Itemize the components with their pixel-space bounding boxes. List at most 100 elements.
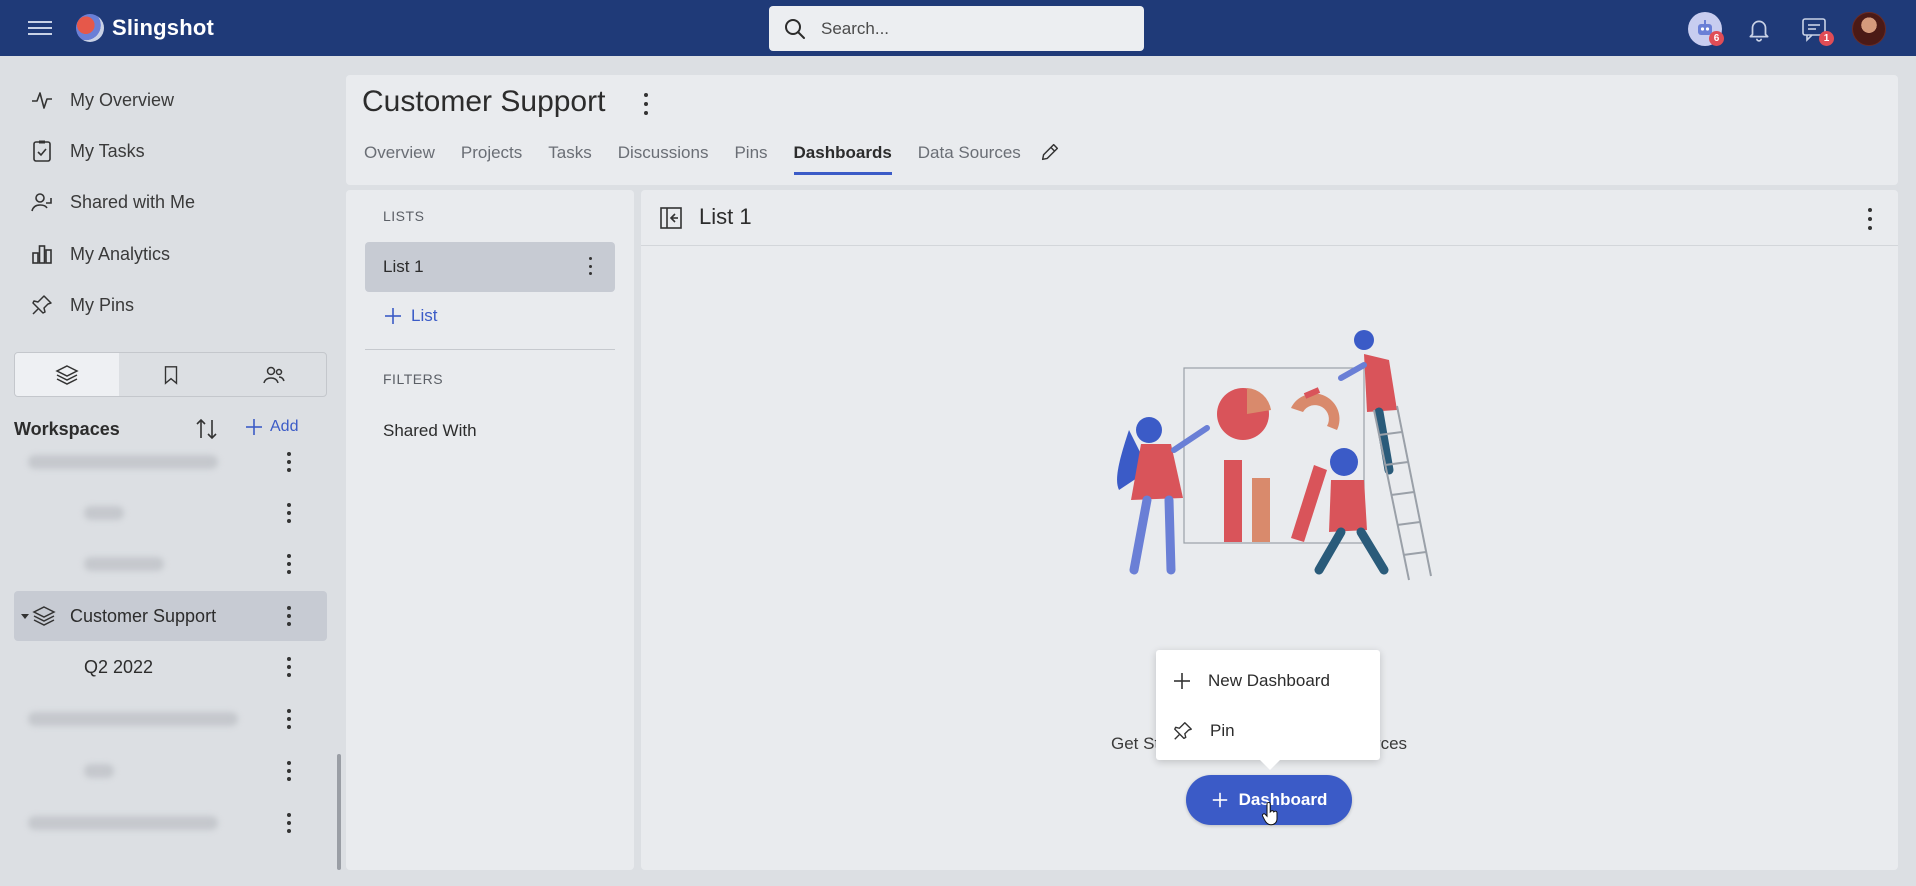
filters-section-label: FILTERS — [383, 371, 444, 387]
menu-item-new-dashboard[interactable]: New Dashboard — [1156, 656, 1380, 706]
empty-state-illustration — [1117, 330, 1432, 581]
more-options-icon[interactable] — [287, 452, 293, 472]
edit-tabs-pencil-icon[interactable] — [1039, 141, 1061, 175]
content-more-icon[interactable] — [1868, 208, 1874, 230]
hamburger-menu-icon[interactable] — [28, 17, 52, 39]
get-started-text-left: Get St — [1111, 734, 1160, 753]
tab-discussions[interactable]: Discussions — [618, 143, 709, 175]
workspace-more-icon[interactable] — [644, 93, 650, 115]
blurred-item — [84, 506, 124, 520]
activity-icon — [32, 92, 52, 109]
workspace-tabs: Overview Projects Tasks Discussions Pins… — [364, 143, 1061, 175]
tab-workspaces-view[interactable] — [15, 353, 119, 396]
bar-chart-icon — [32, 245, 52, 264]
menu-item-label: New Dashboard — [1208, 671, 1330, 690]
bot-badge: 6 — [1709, 31, 1724, 46]
pin-icon — [1174, 722, 1192, 740]
search-input[interactable] — [821, 18, 1121, 39]
user-avatar-button[interactable] — [1852, 12, 1886, 46]
hand-cursor-icon — [1262, 802, 1278, 826]
layers-icon — [32, 606, 56, 626]
tree-row-blurred[interactable] — [14, 798, 327, 848]
tab-pins[interactable]: Pins — [734, 143, 767, 175]
more-options-icon[interactable] — [287, 813, 293, 833]
nav-label: Shared with Me — [70, 191, 196, 212]
add-label: Add — [270, 418, 299, 435]
search-icon — [785, 18, 805, 39]
tree-row-blurred[interactable] — [14, 488, 327, 538]
lists-panel: LISTS List 1 List FILTERS Shared With — [346, 190, 634, 870]
tree-item-q2-2022[interactable]: Q2 2022 — [14, 642, 327, 692]
blurred-item — [84, 764, 114, 778]
dashboard-button-label: Dashboard — [1238, 790, 1328, 809]
shared-user-icon — [31, 193, 52, 212]
add-list-button[interactable]: List — [383, 306, 437, 326]
app-logo[interactable]: Slingshot — [76, 14, 214, 42]
nav-label: My Pins — [70, 294, 135, 315]
bot-assistant-button[interactable]: 6 — [1688, 12, 1724, 46]
tree-label: Customer Support — [70, 605, 217, 626]
more-options-icon[interactable] — [287, 554, 293, 574]
more-options-icon[interactable] — [287, 709, 293, 729]
add-workspace-button[interactable]: Add — [244, 417, 298, 437]
search-box[interactable] — [769, 6, 1144, 51]
tab-tasks[interactable]: Tasks — [548, 143, 591, 175]
task-icon — [33, 140, 51, 162]
tree-row-blurred[interactable] — [14, 437, 327, 487]
pin-icon — [32, 295, 52, 315]
nav-my-tasks[interactable]: My Tasks — [30, 133, 145, 169]
divider — [365, 349, 615, 350]
bell-icon — [1749, 20, 1769, 42]
tree-label: Q2 2022 — [84, 656, 154, 677]
more-options-icon[interactable] — [287, 606, 293, 626]
blurred-workspace — [28, 712, 238, 726]
blurred-workspace — [28, 816, 218, 830]
nav-label: My Tasks — [70, 140, 145, 161]
app-name: Slingshot — [112, 15, 215, 40]
plus-icon — [1174, 673, 1190, 689]
nav-my-pins[interactable]: My Pins — [30, 287, 134, 323]
sidebar-scrollbar[interactable] — [337, 754, 341, 870]
tree-row-blurred[interactable] — [14, 694, 327, 744]
tab-bookmarks-view[interactable] — [119, 353, 223, 396]
tree-row-blurred[interactable] — [14, 746, 327, 796]
workspace-view-switcher — [14, 352, 327, 397]
content-header: List 1 — [641, 190, 1898, 246]
caret-down-icon — [21, 614, 29, 619]
plus-icon — [385, 308, 401, 324]
blurred-item — [84, 557, 164, 571]
add-list-label: List — [411, 306, 438, 325]
tab-projects[interactable]: Projects — [461, 143, 522, 175]
tree-item-customer-support[interactable]: Customer Support — [14, 591, 327, 641]
nav-my-analytics[interactable]: My Analytics — [30, 236, 170, 272]
tab-overview[interactable]: Overview — [364, 143, 435, 175]
messages-button[interactable]: 1 — [1798, 12, 1834, 46]
list-more-icon[interactable] — [589, 257, 595, 275]
menu-item-pin[interactable]: Pin — [1156, 706, 1380, 756]
tab-people-view[interactable] — [222, 353, 326, 396]
layers-icon — [55, 364, 79, 385]
messages-badge: 1 — [1819, 31, 1834, 46]
sidebar: My Overview My Tasks Shared with Me My A… — [0, 56, 341, 886]
more-options-icon[interactable] — [287, 503, 293, 523]
more-options-icon[interactable] — [287, 657, 293, 677]
more-options-icon[interactable] — [287, 761, 293, 781]
collapse-panel-icon[interactable] — [659, 206, 683, 235]
content-title: List 1 — [699, 204, 752, 229]
nav-label: My Overview — [70, 89, 175, 110]
notifications-button[interactable] — [1742, 12, 1776, 46]
user-avatar — [1852, 12, 1886, 46]
filter-shared-with[interactable]: Shared With — [383, 421, 477, 441]
lists-section-label: LISTS — [383, 208, 425, 224]
tab-data-sources[interactable]: Data Sources — [918, 143, 1021, 175]
nav-shared-with-me[interactable]: Shared with Me — [30, 184, 195, 220]
tree-row-blurred[interactable] — [14, 539, 327, 589]
slingshot-logo-icon — [76, 14, 104, 42]
workspace-header: Customer Support Overview Projects Tasks… — [346, 75, 1898, 185]
nav-my-overview[interactable]: My Overview — [30, 82, 174, 118]
page-title: Customer Support — [362, 85, 606, 118]
tab-dashboards[interactable]: Dashboards — [793, 143, 893, 175]
top-bar: Slingshot 6 1 — [0, 0, 1916, 56]
people-icon — [263, 366, 285, 383]
list-item[interactable]: List 1 — [365, 242, 615, 292]
